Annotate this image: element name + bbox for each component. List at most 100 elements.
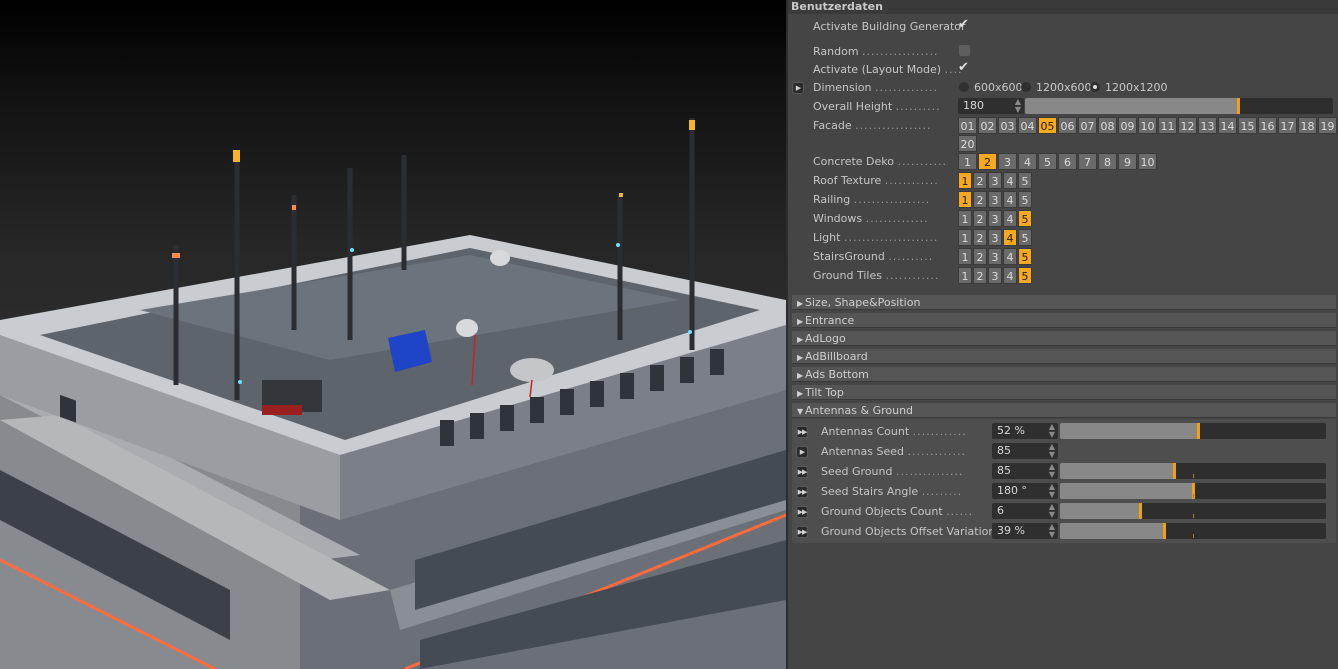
option-button[interactable]: 1 xyxy=(958,267,972,284)
option-button[interactable]: 1 xyxy=(958,210,972,227)
option-button[interactable]: 03 xyxy=(998,117,1017,134)
overall-height-slider[interactable] xyxy=(1025,98,1333,114)
option-button[interactable]: 5 xyxy=(1018,267,1032,284)
keyframe-double-icon[interactable]: ▶▶ xyxy=(796,506,808,518)
param-value-field[interactable]: 39 %▲▼ xyxy=(992,523,1058,539)
option-button[interactable]: 16 xyxy=(1258,117,1277,134)
dimension-radio-600x600[interactable] xyxy=(959,82,969,92)
param-slider[interactable] xyxy=(1060,523,1326,539)
param-value-field[interactable]: 85▲▼ xyxy=(992,463,1058,479)
keyframe-double-icon[interactable]: ▶▶ xyxy=(796,486,808,498)
slider-knob[interactable] xyxy=(1197,423,1200,439)
spinner-arrows-icon[interactable]: ▲▼ xyxy=(1049,463,1055,479)
option-button[interactable]: 9 xyxy=(1118,153,1137,170)
slider-knob[interactable] xyxy=(1173,463,1176,479)
option-button[interactable]: 3 xyxy=(998,153,1017,170)
keyframe-double-icon[interactable]: ▶▶ xyxy=(796,426,808,438)
option-button[interactable]: 12 xyxy=(1178,117,1197,134)
section-tilt-top[interactable]: ▶Tilt Top xyxy=(792,385,1336,400)
option-button[interactable]: 4 xyxy=(1003,267,1017,284)
section-antennas-ground[interactable]: ▼Antennas & Ground xyxy=(792,403,1336,418)
overall-height-field[interactable]: 180 ▲▼ xyxy=(958,98,1024,114)
spinner-arrows-icon[interactable]: ▲▼ xyxy=(1015,98,1021,114)
activate-building-generator-checkbox[interactable]: ✔ xyxy=(958,17,969,32)
section-entrance[interactable]: ▶Entrance xyxy=(792,313,1336,328)
option-button[interactable]: 17 xyxy=(1278,117,1297,134)
param-slider[interactable] xyxy=(1060,483,1326,499)
option-button[interactable]: 5 xyxy=(1018,172,1032,189)
option-button[interactable]: 4 xyxy=(1003,248,1017,265)
option-button[interactable]: 05 xyxy=(1038,117,1057,134)
option-button[interactable]: 15 xyxy=(1238,117,1257,134)
option-button[interactable]: 4 xyxy=(1003,229,1017,246)
random-checkbox[interactable] xyxy=(959,45,970,56)
option-button[interactable]: 18 xyxy=(1298,117,1317,134)
option-button[interactable]: 14 xyxy=(1218,117,1237,134)
option-button[interactable]: 4 xyxy=(1003,172,1017,189)
option-button[interactable]: 3 xyxy=(988,229,1002,246)
spinner-arrows-icon[interactable]: ▲▼ xyxy=(1049,503,1055,519)
option-button[interactable]: 07 xyxy=(1078,117,1097,134)
option-button[interactable]: 08 xyxy=(1098,117,1117,134)
section-size-shape-position[interactable]: ▶Size, Shape&Position xyxy=(792,295,1336,310)
slider-knob[interactable] xyxy=(1139,503,1142,519)
option-button[interactable]: 01 xyxy=(958,117,977,134)
option-button[interactable]: 5 xyxy=(1018,191,1032,208)
spinner-arrows-icon[interactable]: ▲▼ xyxy=(1049,523,1055,539)
option-button[interactable]: 06 xyxy=(1058,117,1077,134)
option-button[interactable]: 1 xyxy=(958,191,972,208)
option-button[interactable]: 4 xyxy=(1003,210,1017,227)
option-button[interactable]: 11 xyxy=(1158,117,1177,134)
option-button[interactable]: 3 xyxy=(988,191,1002,208)
param-value-field[interactable]: 52 %▲▼ xyxy=(992,423,1058,439)
option-button[interactable]: 2 xyxy=(973,191,987,208)
slider-knob[interactable] xyxy=(1163,523,1166,539)
option-button[interactable]: 5 xyxy=(1018,229,1032,246)
option-button[interactable]: 2 xyxy=(978,153,997,170)
option-button[interactable]: 5 xyxy=(1018,210,1032,227)
option-button[interactable]: 1 xyxy=(958,248,972,265)
option-button[interactable]: 6 xyxy=(1058,153,1077,170)
param-slider[interactable] xyxy=(1060,463,1326,479)
param-slider[interactable] xyxy=(1060,423,1326,439)
param-value-field[interactable]: 6▲▼ xyxy=(992,503,1058,519)
section-adbillboard[interactable]: ▶AdBillboard xyxy=(792,349,1336,364)
param-value-field[interactable]: 180 °▲▼ xyxy=(992,483,1058,499)
section-ads-bottom[interactable]: ▶Ads Bottom xyxy=(792,367,1336,382)
dimension-radio-1200x600[interactable] xyxy=(1021,82,1031,92)
keyframe-single-icon[interactable]: ▶ xyxy=(796,446,808,458)
param-value-field[interactable]: 85▲▼ xyxy=(992,443,1058,459)
option-button[interactable]: 10 xyxy=(1138,153,1157,170)
option-button[interactable]: 2 xyxy=(973,229,987,246)
option-button[interactable]: 1 xyxy=(958,172,972,189)
keyframe-single-icon[interactable]: ▶ xyxy=(792,82,804,94)
option-button[interactable]: 7 xyxy=(1078,153,1097,170)
option-button[interactable]: 2 xyxy=(973,210,987,227)
option-button[interactable]: 09 xyxy=(1118,117,1137,134)
keyframe-double-icon[interactable]: ▶▶ xyxy=(796,466,808,478)
option-button[interactable]: 2 xyxy=(973,248,987,265)
option-button[interactable]: 3 xyxy=(988,210,1002,227)
option-button[interactable]: 3 xyxy=(988,267,1002,284)
option-button[interactable]: 19 xyxy=(1318,117,1337,134)
option-button[interactable]: 5 xyxy=(1018,248,1032,265)
keyframe-double-icon[interactable]: ▶▶ xyxy=(796,526,808,538)
option-button[interactable]: 2 xyxy=(973,172,987,189)
option-button[interactable]: 3 xyxy=(988,248,1002,265)
slider-knob[interactable] xyxy=(1237,98,1240,114)
option-button[interactable]: 13 xyxy=(1198,117,1217,134)
option-button[interactable]: 04 xyxy=(1018,117,1037,134)
render-viewport[interactable] xyxy=(0,0,786,669)
option-button[interactable]: 02 xyxy=(978,117,997,134)
option-button[interactable]: 1 xyxy=(958,229,972,246)
section-adlogo[interactable]: ▶AdLogo xyxy=(792,331,1336,346)
option-button[interactable]: 20 xyxy=(958,135,977,152)
option-button[interactable]: 4 xyxy=(1003,191,1017,208)
spinner-arrows-icon[interactable]: ▲▼ xyxy=(1049,483,1055,499)
option-button[interactable]: 1 xyxy=(958,153,977,170)
spinner-arrows-icon[interactable]: ▲▼ xyxy=(1049,443,1055,459)
dimension-radio-1200x1200[interactable] xyxy=(1090,82,1100,92)
option-button[interactable]: 2 xyxy=(973,267,987,284)
option-button[interactable]: 8 xyxy=(1098,153,1117,170)
param-slider[interactable] xyxy=(1060,503,1326,519)
